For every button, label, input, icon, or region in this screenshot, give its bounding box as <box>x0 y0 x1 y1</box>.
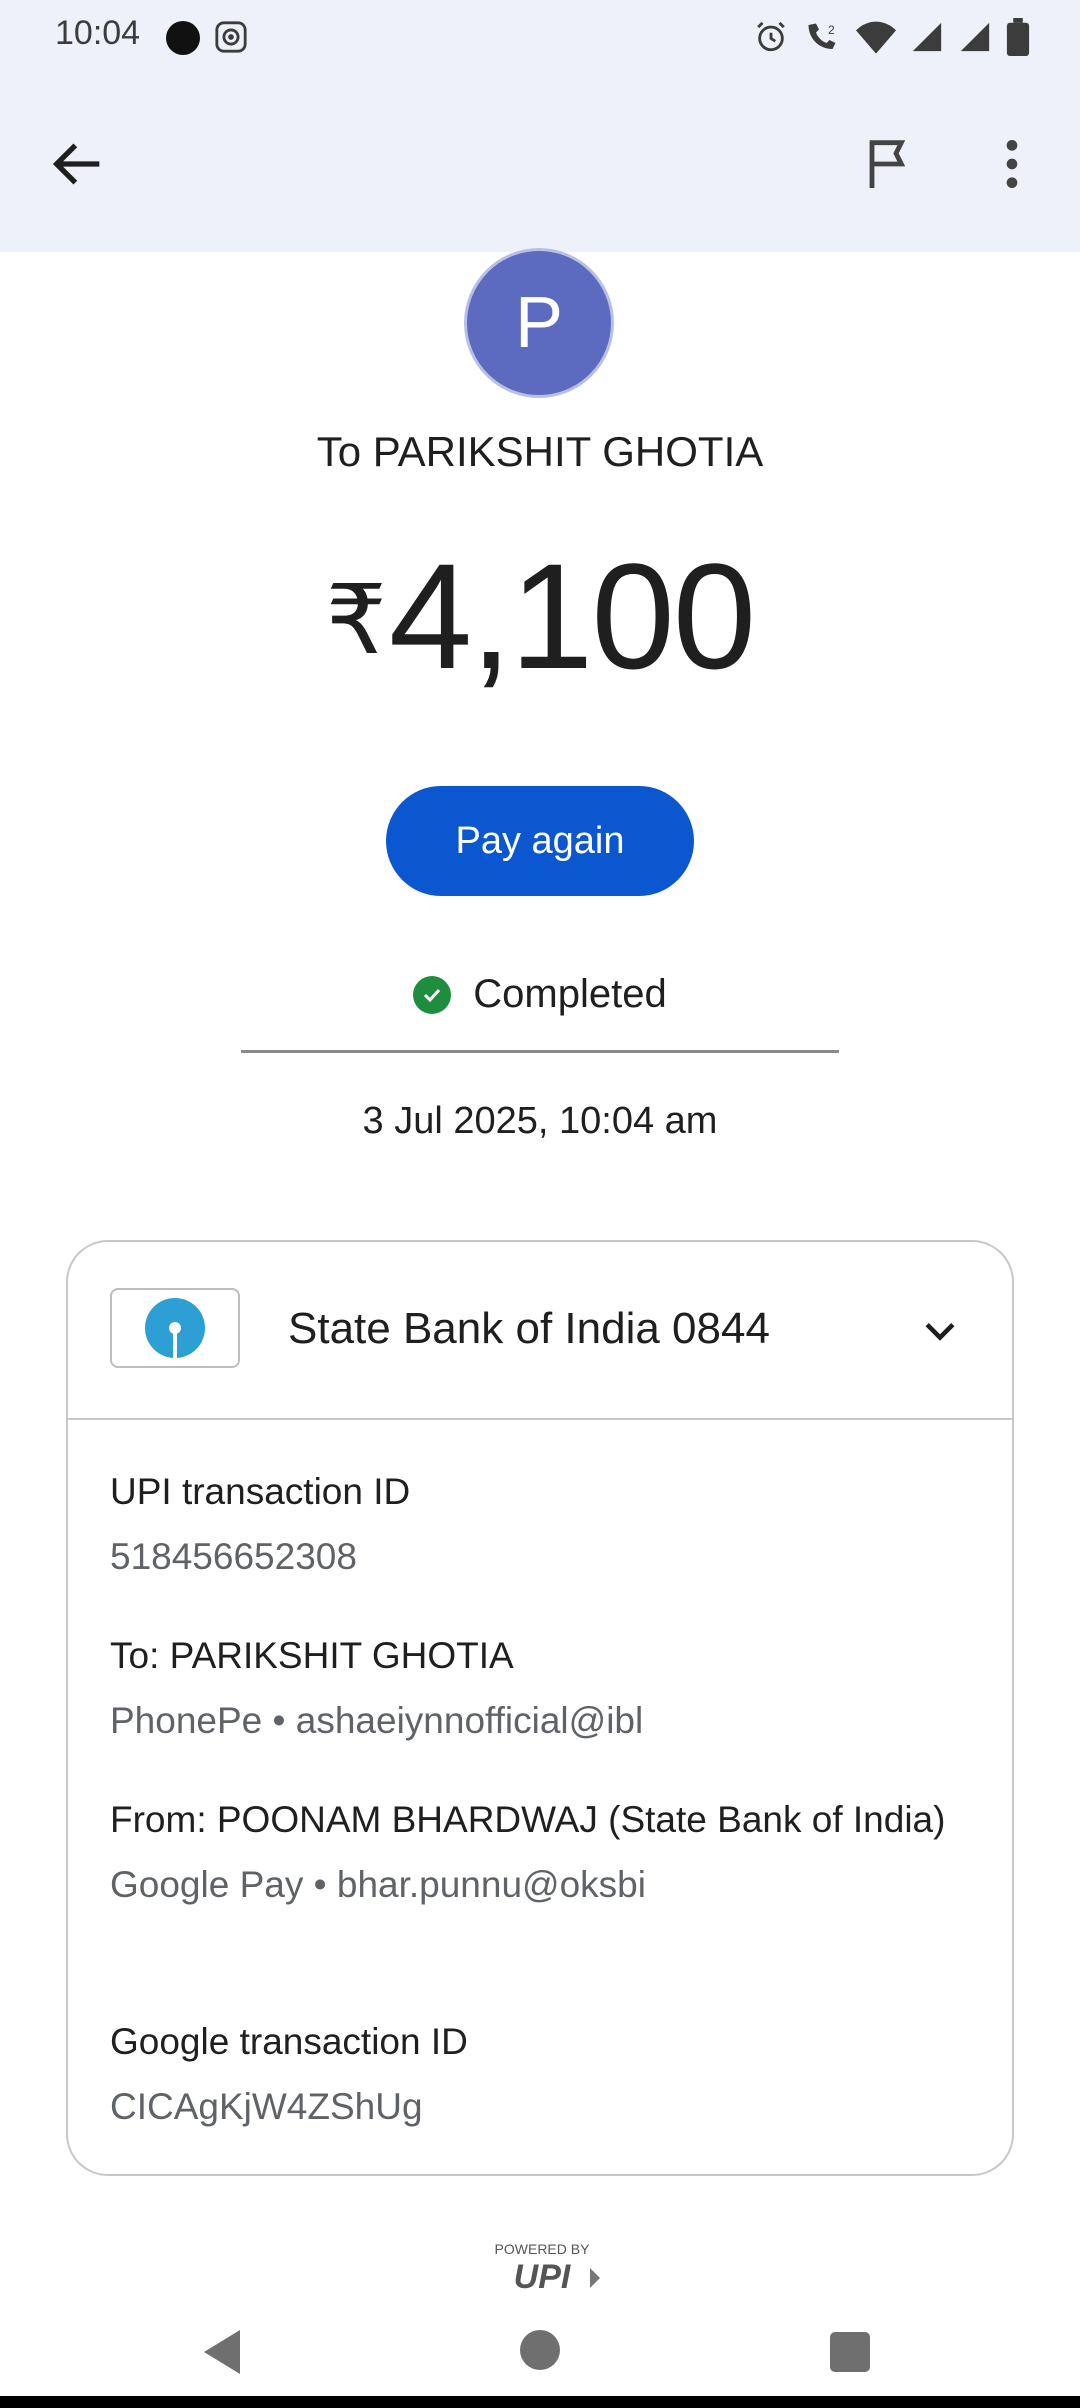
amount-value: 4,100 <box>388 532 756 700</box>
signal-icon-2 <box>960 22 990 52</box>
upi-text: UPI <box>514 2258 572 2296</box>
status-bar: 10:04 2 <box>0 0 1080 76</box>
more-options-icon[interactable] <box>980 132 1044 196</box>
app-bar <box>0 76 1080 252</box>
svg-text:2: 2 <box>828 23 835 37</box>
upi-id-value: 518456652308 <box>110 1536 357 1577</box>
transaction-datetime: 3 Jul 2025, 10:04 am <box>362 1100 718 1142</box>
alarm-icon <box>757 21 785 52</box>
google-id-value: CICAgKjW4ZShUg <box>110 2086 423 2127</box>
sbi-logo-icon <box>110 1288 240 1368</box>
to-label: To: PARIKSHIT GHOTIA <box>110 1635 514 1676</box>
to-details: To: PARIKSHIT GHOTIA PhonePe • ashaeiynn… <box>110 1628 970 1748</box>
status-time: 10:04 <box>55 14 141 52</box>
bank-account-name: State Bank of India 0844 <box>288 1304 770 1353</box>
from-label: From: POONAM BHARDWAJ (State Bank of Ind… <box>110 1799 946 1840</box>
wifi-icon <box>856 21 896 54</box>
wifi-calling-icon: 2 <box>808 23 836 49</box>
status-label: Completed <box>473 972 667 1016</box>
back-arrow-icon[interactable] <box>46 132 110 196</box>
check-circle-icon <box>413 975 452 1014</box>
notification-dot-icon <box>166 21 200 55</box>
signal-icon <box>912 22 942 52</box>
nav-home-icon[interactable] <box>520 2330 560 2370</box>
pay-again-button[interactable]: Pay again <box>386 786 694 896</box>
upi-id-label: UPI transaction ID <box>110 1471 411 1512</box>
from-value: Google Pay • bhar.punnu@oksbi <box>110 1864 646 1905</box>
flag-icon[interactable] <box>856 132 920 196</box>
powered-by-text: POWERED BY <box>495 2241 591 2257</box>
bottom-edge <box>0 2396 1080 2408</box>
nav-recents-icon[interactable] <box>830 2332 870 2372</box>
to-value: PhonePe • ashaeiynnofficial@ibl <box>110 1700 644 1741</box>
upi-logo: POWERED BY UPI <box>495 2241 600 2296</box>
system-nav-bar <box>0 2300 1080 2408</box>
divider <box>241 1050 839 1053</box>
transaction-details-card: State Bank of India 0844 UPI transaction… <box>66 1240 1014 2176</box>
amount: ₹4,100 <box>0 530 1080 703</box>
nav-back-icon[interactable] <box>200 2328 244 2376</box>
recipient-avatar: P <box>464 248 614 398</box>
from-details: From: POONAM BHARDWAJ (State Bank of Ind… <box>110 1792 970 1912</box>
upi-transaction-id: UPI transaction ID 518456652308 <box>110 1464 970 1584</box>
battery-icon <box>1006 18 1030 56</box>
recipient-title: To PARIKSHIT GHOTIA <box>316 428 764 475</box>
chevron-down-icon[interactable] <box>918 1310 962 1354</box>
google-id-label: Google transaction ID <box>110 2021 468 2062</box>
currency-symbol: ₹ <box>325 567 387 674</box>
google-transaction-id: Google transaction ID CICAgKjW4ZShUg <box>110 2014 970 2134</box>
settings-icon <box>215 21 247 53</box>
transaction-status: Completed <box>0 972 1080 1017</box>
account-header[interactable]: State Bank of India 0844 <box>68 1242 1012 1420</box>
